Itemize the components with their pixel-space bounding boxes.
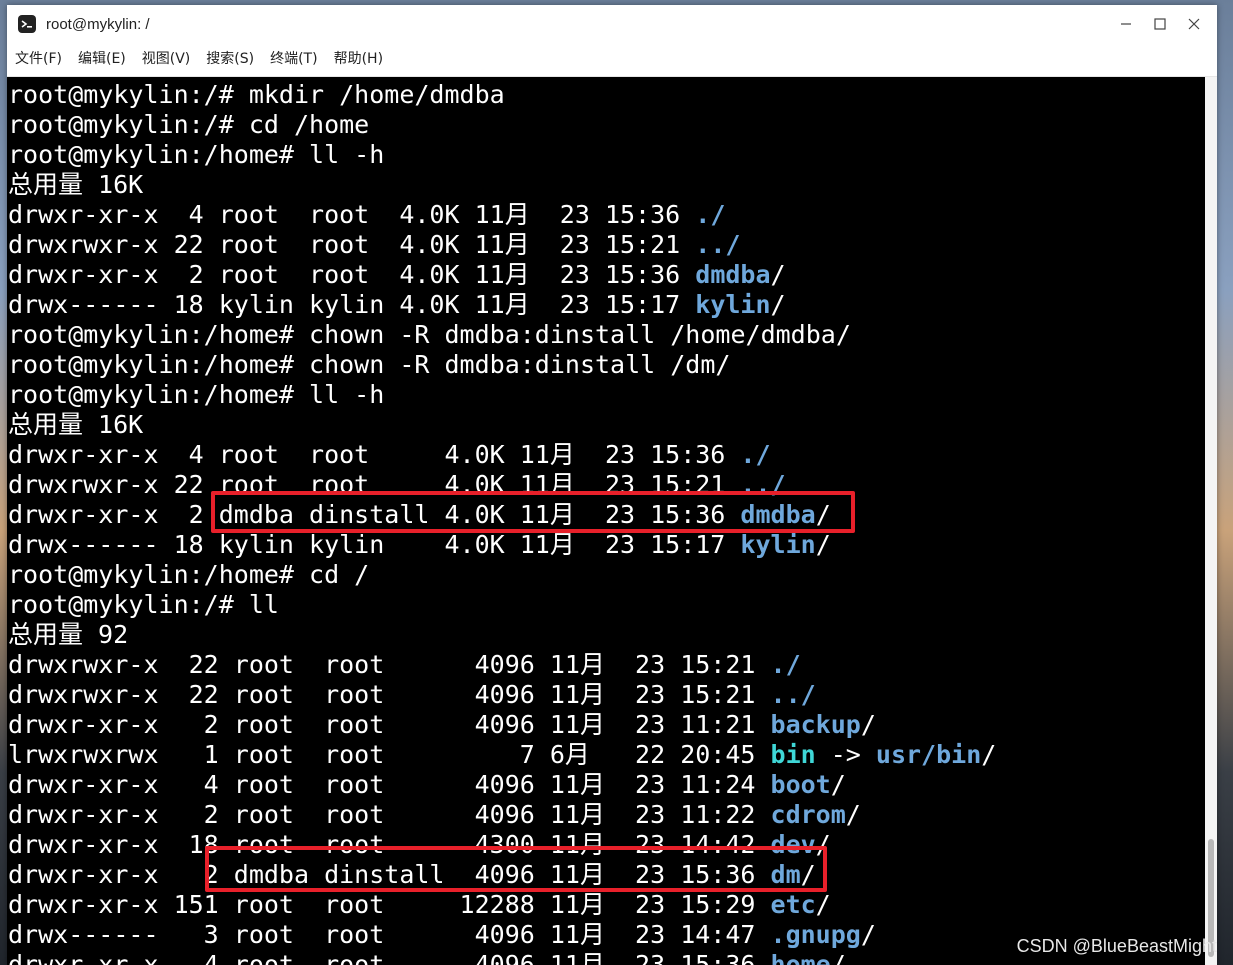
file-suffix: / (770, 260, 786, 289)
title-bar[interactable]: root@mykylin: / (7, 5, 1217, 43)
line-text: drwxr-xr-x 4 root root 4096 11月 23 11:24 (8, 770, 771, 799)
line-text: 总用量 92 (8, 620, 129, 649)
menu-file[interactable]: 文件(F) (7, 43, 70, 76)
maximize-button[interactable] (1143, 5, 1177, 43)
terminal-line: drwxr-xr-x 4 root root 4096 11月 23 11:24… (7, 770, 1205, 800)
file-name: ./ (740, 440, 771, 469)
file-name: backup (770, 710, 861, 739)
line-text: root@mykylin:/home# chown -R dmdba:dinst… (8, 350, 731, 379)
line-text: root@mykylin:/home# chown -R dmdba:dinst… (8, 320, 851, 349)
terminal-line: drwxr-xr-x 2 root root 4096 11月 23 11:22… (7, 800, 1205, 830)
terminal-line: drwxr-xr-x 4 root root 4.0K 11月 23 15:36… (7, 440, 1205, 470)
line-text: root@mykylin:/# ll (8, 590, 279, 619)
terminal-line: drwxr-xr-x 151 root root 12288 11月 23 15… (7, 890, 1205, 920)
vertical-scrollbar[interactable] (1205, 77, 1217, 965)
line-text: root@mykylin:/home# ll -h (8, 140, 385, 169)
link-target-suffix: / (981, 740, 997, 769)
terminal-line: root@mykylin:/# mkdir /home/dmdba (7, 80, 1205, 110)
highlight-box-dmdba (211, 491, 855, 533)
terminal-line: root@mykylin:/# ll (7, 590, 1205, 620)
line-text: drwxrwxr-x 22 root root 4096 11月 23 15:2… (8, 680, 771, 709)
file-name: home (770, 950, 831, 965)
terminal-line: drwx------ 18 kylin kylin 4.0K 11月 23 15… (7, 530, 1205, 560)
line-text: drwxrwxr-x 22 root root 4.0K 11月 23 15:2… (8, 230, 696, 259)
window-title: root@mykylin: / (46, 15, 150, 33)
terminal-line: 总用量 16K (7, 170, 1205, 200)
terminal-line: root@mykylin:/home# ll -h (7, 140, 1205, 170)
terminal-line: drwxr-xr-x 2 root root 4096 11月 23 11:21… (7, 710, 1205, 740)
terminal-line: lrwxrwxrwx 1 root root 7 6月 22 20:45 bin… (7, 740, 1205, 770)
file-name: etc (770, 890, 816, 919)
line-text: 总用量 16K (8, 410, 144, 439)
file-name: ./ (695, 200, 726, 229)
terminal-line: root@mykylin:/home# chown -R dmdba:dinst… (7, 350, 1205, 380)
terminal-app-icon (18, 15, 36, 33)
line-text: drwxr-xr-x 2 root root 4.0K 11月 23 15:36 (8, 260, 696, 289)
line-text: 总用量 16K (8, 170, 144, 199)
file-suffix: / (845, 800, 861, 829)
menu-view[interactable]: 视图(V) (134, 43, 199, 76)
line-text: drwxrwxr-x 22 root root 4096 11月 23 15:2… (8, 650, 771, 679)
file-suffix: / (830, 950, 846, 965)
terminal-line: drwxrwxr-x 22 root root 4096 11月 23 15:2… (7, 650, 1205, 680)
terminal-line: root@mykylin:/home# ll -h (7, 380, 1205, 410)
line-text: lrwxrwxrwx 1 root root 7 6月 22 20:45 (8, 740, 771, 769)
file-suffix: / (815, 530, 831, 559)
menu-edit[interactable]: 编辑(E) (70, 43, 134, 76)
highlight-box-dm (205, 846, 827, 892)
file-name: cdrom (770, 800, 846, 829)
file-name: dmdba (695, 260, 771, 289)
menu-bar: 文件(F) 编辑(E) 视图(V) 搜索(S) 终端(T) 帮助(H) (7, 43, 1217, 77)
line-text: drwx------ 18 kylin kylin 4.0K 11月 23 15… (8, 290, 696, 319)
file-name: ../ (770, 680, 816, 709)
menu-help[interactable]: 帮助(H) (326, 43, 391, 76)
terminal-line: drwx------ 18 kylin kylin 4.0K 11月 23 15… (7, 290, 1205, 320)
line-text: drwxr-xr-x 2 root root 4096 11月 23 11:22 (8, 800, 771, 829)
line-text: root@mykylin:/# cd /home (8, 110, 370, 139)
file-suffix: -> (815, 740, 876, 769)
terminal-line: root@mykylin:/home# cd / (7, 560, 1205, 590)
file-suffix: / (770, 290, 786, 319)
menu-terminal[interactable]: 终端(T) (262, 43, 325, 76)
line-text: root@mykylin:/home# ll -h (8, 380, 385, 409)
line-text: drwx------ 18 kylin kylin 4.0K 11月 23 15… (8, 530, 741, 559)
line-text: drwxr-xr-x 4 root root 4.0K 11月 23 15:36 (8, 440, 741, 469)
terminal-line: drwxr-xr-x 2 root root 4.0K 11月 23 15:36… (7, 260, 1205, 290)
terminal-line: root@mykylin:/# cd /home (7, 110, 1205, 140)
link-target: usr/bin (875, 740, 982, 769)
close-button[interactable] (1177, 5, 1211, 43)
terminal-line: drwxrwxr-x 22 root root 4096 11月 23 15:2… (7, 680, 1205, 710)
file-name: kylin (740, 530, 816, 559)
minimize-button[interactable] (1109, 5, 1143, 43)
line-text: drwxr-xr-x 2 root root 4096 11月 23 11:21 (8, 710, 771, 739)
line-text: drwx------ 3 root root 4096 11月 23 14:47 (8, 920, 771, 949)
file-name: ../ (695, 230, 741, 259)
maximize-icon (1154, 18, 1166, 30)
minimize-icon (1121, 23, 1131, 25)
terminal-line: drwxr-xr-x 4 root root 4.0K 11月 23 15:36… (7, 200, 1205, 230)
terminal-window: root@mykylin: / 文件(F) 编辑(E) 视图(V) 搜索(S) … (7, 5, 1217, 965)
line-text: drwxr-xr-x 4 root root 4096 11月 23 15:36 (8, 950, 771, 965)
terminal-line: drwxrwxr-x 22 root root 4.0K 11月 23 15:2… (7, 230, 1205, 260)
file-suffix: / (815, 890, 831, 919)
file-name: kylin (695, 290, 771, 319)
line-text: root@mykylin:/home# cd / (8, 560, 370, 589)
line-text: root@mykylin:/# mkdir /home/dmdba (8, 80, 505, 109)
watermark: CSDN @BlueBeastMight (1016, 936, 1217, 956)
terminal-line: 总用量 16K (7, 410, 1205, 440)
file-name: ./ (770, 650, 801, 679)
close-icon (1188, 18, 1200, 30)
file-name: .gnupg (770, 920, 861, 949)
terminal-line: root@mykylin:/home# chown -R dmdba:dinst… (7, 320, 1205, 350)
menu-search[interactable]: 搜索(S) (198, 43, 262, 76)
file-suffix: / (860, 710, 876, 739)
line-text: drwxr-xr-x 4 root root 4.0K 11月 23 15:36 (8, 200, 696, 229)
file-name: bin (770, 740, 816, 769)
file-suffix: / (860, 920, 876, 949)
file-suffix: / (830, 770, 846, 799)
line-text: drwxr-xr-x 151 root root 12288 11月 23 15… (8, 890, 771, 919)
terminal-line: 总用量 92 (7, 620, 1205, 650)
file-name: boot (770, 770, 831, 799)
